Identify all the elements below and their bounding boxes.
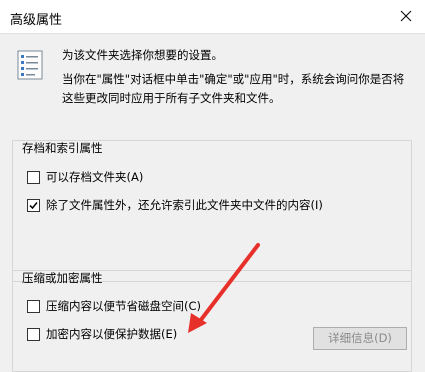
- details-button[interactable]: 详细信息(D): [313, 327, 407, 350]
- archive-index-group: 存档和索引属性 可以存档文件夹(A) 除了文件属性外，还允许索引此文件夹中文件的…: [12, 140, 412, 282]
- compress-option-row[interactable]: 压缩内容以便节省磁盘空间(C): [27, 298, 201, 314]
- dialog-content: 为该文件夹选择你想要的设置。 当你在"属性"对话框中单击"确定"或"应用"时，系…: [0, 34, 425, 372]
- archive-checkbox[interactable]: [27, 170, 40, 184]
- index-option-row[interactable]: 除了文件属性外，还允许索引此文件夹中文件的内容(I): [27, 197, 323, 213]
- compress-checkbox[interactable]: [27, 299, 40, 313]
- intro-description: 当你在"属性"对话框中单击"确定"或"应用"时，系统会询问你是否将这些更改同时应…: [62, 72, 405, 105]
- archive-option-row[interactable]: 可以存档文件夹(A): [27, 169, 143, 185]
- index-checkbox[interactable]: [27, 198, 40, 212]
- archive-label: 可以存档文件夹(A): [46, 170, 144, 184]
- compress-encrypt-group: 压缩或加密属性 压缩内容以便节省磁盘空间(C) 加密内容以便保护数据(E) 详细…: [12, 270, 412, 372]
- close-icon: [400, 10, 412, 22]
- group-title-archive: 存档和索引属性: [22, 141, 103, 155]
- intro-text: 为该文件夹选择你想要的设置。: [62, 48, 223, 62]
- title-bar: 高级属性: [0, 0, 425, 34]
- checkmark-icon: [29, 201, 38, 209]
- encrypt-option-row[interactable]: 加密内容以便保护数据(E): [27, 326, 177, 342]
- settings-list-icon: [17, 50, 43, 80]
- window-title: 高级属性: [10, 13, 63, 28]
- index-label: 除了文件属性外，还允许索引此文件夹中文件的内容(I): [46, 198, 323, 212]
- encrypt-checkbox[interactable]: [27, 327, 40, 341]
- encrypt-label: 加密内容以便保护数据(E): [46, 327, 178, 341]
- close-button[interactable]: [393, 4, 419, 28]
- compress-label: 压缩内容以便节省磁盘空间(C): [46, 299, 202, 313]
- group-title-compress: 压缩或加密属性: [22, 271, 103, 285]
